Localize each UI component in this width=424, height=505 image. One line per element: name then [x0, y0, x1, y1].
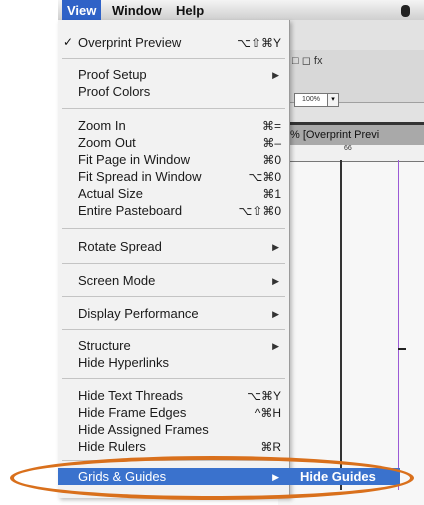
horizontal-ruler: 66: [278, 145, 424, 162]
menu-item-hide-assigned-frames[interactable]: Hide Assigned Frames: [78, 422, 209, 437]
menu-item-entire-pasteboard[interactable]: Entire Pasteboard: [78, 203, 182, 218]
menu-bar: View Window Help: [58, 0, 424, 21]
separator: [62, 108, 285, 109]
shortcut: ⌥⌘Y: [247, 389, 281, 403]
submenu-arrow-icon: ▶: [272, 341, 279, 351]
shortcut: ⌘–: [262, 136, 281, 150]
shortcut: ⌥⌘0: [248, 170, 281, 184]
margin-guide: [398, 160, 399, 490]
shortcut: ⌘R: [260, 440, 281, 454]
menu-item-hide-rulers[interactable]: Hide Rulers: [78, 439, 146, 454]
document-tab-label: % [Overprint Previ: [290, 129, 380, 141]
zoom-field[interactable]: 100%: [294, 93, 328, 107]
document-tab[interactable]: % [Overprint Previ: [278, 122, 424, 145]
submenu-item-hide-guides[interactable]: Hide Guides: [288, 468, 400, 485]
page-edge: [340, 160, 342, 490]
separator: [62, 263, 285, 264]
checkmark-icon: ✓: [63, 35, 74, 49]
menubar-item-window[interactable]: Window: [112, 3, 162, 18]
toolbar-icons[interactable]: □ ◻ fx: [292, 54, 322, 67]
shortcut: ⌘1: [262, 187, 281, 201]
shortcut: ⌘0: [262, 153, 281, 167]
menu-item-label: Grids & Guides: [78, 469, 167, 484]
shortcut: ⌥⇧⌘0: [238, 204, 281, 218]
separator: [62, 296, 285, 297]
menu-item-structure[interactable]: Structure: [78, 338, 131, 353]
menu-item-zoom-in[interactable]: Zoom In: [78, 118, 126, 133]
zoom-dropdown-icon[interactable]: ▾: [327, 93, 339, 107]
submenu-arrow-icon: ▶: [272, 309, 279, 319]
submenu-arrow-icon: ▶: [272, 276, 279, 286]
separator: [62, 58, 285, 59]
menu-item-fit-spread[interactable]: Fit Spread in Window: [78, 169, 202, 184]
menu-item-screen-mode[interactable]: Screen Mode: [78, 273, 155, 288]
status-icon: [401, 5, 410, 17]
separator: [62, 329, 285, 330]
separator: [62, 460, 285, 461]
submenu-arrow-icon: ▶: [272, 242, 279, 252]
ruler-number: 66: [344, 145, 352, 152]
shortcut: ⌘=: [261, 119, 281, 133]
menu-item-hide-text-threads[interactable]: Hide Text Threads: [78, 388, 183, 403]
shortcut: ⌥⇧⌘Y: [237, 36, 281, 50]
guide-marker: [398, 348, 406, 350]
submenu-arrow-icon: ▶: [272, 472, 279, 482]
pasteboard[interactable]: [278, 162, 424, 505]
menu-item-zoom-out[interactable]: Zoom Out: [78, 135, 136, 150]
menubar-item-view[interactable]: View: [62, 0, 102, 20]
separator: [62, 378, 285, 379]
menu-item-hide-hyperlinks[interactable]: Hide Hyperlinks: [78, 355, 169, 370]
menubar-item-help[interactable]: Help: [176, 3, 204, 18]
menu-item-fit-page[interactable]: Fit Page in Window: [78, 152, 190, 167]
shortcut: ^⌘H: [254, 406, 281, 420]
menu-item-proof-colors[interactable]: Proof Colors: [78, 84, 150, 99]
view-menu: ✓ Overprint Preview ⌥⇧⌘Y Proof Setup ▶ P…: [58, 20, 290, 498]
separator: [62, 228, 285, 229]
submenu-arrow-icon: ▶: [272, 70, 279, 80]
menu-item-rotate-spread[interactable]: Rotate Spread: [78, 239, 162, 254]
menu-item-proof-setup[interactable]: Proof Setup: [78, 67, 147, 82]
menu-item-grids-guides[interactable]: Grids & Guides ▶: [58, 468, 289, 485]
menu-item-overprint-preview[interactable]: Overprint Preview: [78, 35, 181, 50]
menu-item-display-performance[interactable]: Display Performance: [78, 306, 199, 321]
menu-item-actual-size[interactable]: Actual Size: [78, 186, 143, 201]
menu-item-hide-frame-edges[interactable]: Hide Frame Edges: [78, 405, 186, 420]
